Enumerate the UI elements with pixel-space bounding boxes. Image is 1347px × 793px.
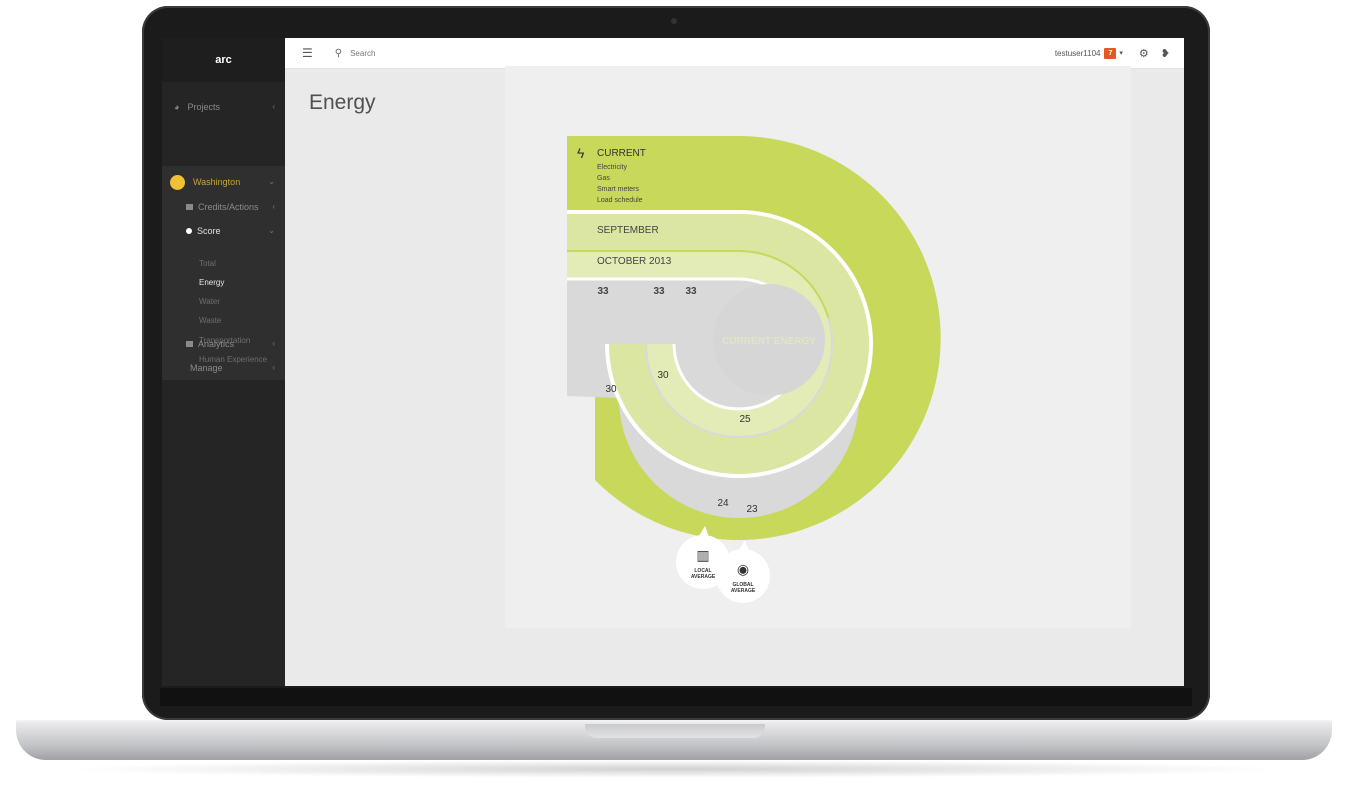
top-bar: ☰ ⚲ testuser1104 7 ▾ ⚙ ❥: [285, 38, 1184, 69]
chevron-down-icon: ⌄: [268, 226, 275, 235]
score-value-arc: 23: [746, 504, 758, 515]
chevron-left-icon: ‹: [272, 202, 275, 211]
current-item: Smart meters: [597, 186, 640, 193]
sidebar-item-energy[interactable]: Energy: [199, 278, 224, 287]
score-value-top: 33: [685, 286, 697, 297]
score-value-arc: 24: [717, 498, 729, 509]
sidebar-item-credits[interactable]: Credits/Actions ‹: [162, 196, 285, 218]
sidebar-item-label: Projects: [187, 102, 220, 112]
sidebar-item-projects[interactable]: ◕ Projects ‹: [162, 96, 285, 118]
sidebar-item-label: Credits/Actions: [198, 202, 259, 212]
energy-score-chart: ϟ CURRENT Electricity Gas Smart meters Load …: [567, 136, 941, 603]
laptop-camera: [671, 18, 677, 24]
caret-down-icon[interactable]: ▾: [1119, 49, 1123, 57]
search-icon[interactable]: ⚲: [335, 48, 342, 59]
username[interactable]: testuser1104: [1055, 49, 1101, 58]
marker-pointer: [739, 540, 749, 551]
current-heading: CURRENT: [597, 148, 646, 159]
score-value-arc: 25: [739, 414, 751, 425]
app-screen: arc ◕ Projects ‹ Washington ⌄ Credits/Ac…: [162, 38, 1184, 686]
project-avatar: [170, 174, 185, 190]
score-dot-icon: [186, 228, 192, 234]
sidebar-item-score[interactable]: Score ⌄: [162, 220, 285, 242]
search-box: ⚲: [335, 47, 473, 59]
sidebar-item-waste[interactable]: Waste: [199, 316, 221, 325]
chevron-down-icon: ⌄: [268, 177, 275, 186]
current-header-block: [567, 136, 739, 208]
chevron-left-icon: ‹: [272, 339, 275, 348]
chevron-left-icon: ‹: [272, 102, 275, 111]
score-value-arc: 30: [605, 384, 617, 395]
marker-label: AVERAGE: [691, 574, 716, 580]
user-area: testuser1104 7 ▾ ⚙ ❥: [1055, 38, 1170, 68]
score-value-arc: 30: [657, 370, 669, 381]
sidebar-item-total[interactable]: Total: [199, 259, 216, 268]
list-icon: [186, 204, 193, 210]
october-label: OCTOBER 2013: [597, 256, 672, 267]
speech-bubble-icon[interactable]: ❥: [1161, 47, 1170, 60]
lightning-icon: ϟ: [577, 145, 585, 161]
sidebar-item-manage[interactable]: Manage ‹: [162, 357, 285, 379]
laptop-bezel: [160, 688, 1192, 706]
search-input[interactable]: [348, 47, 473, 59]
sidebar-item-label: Manage: [190, 363, 223, 373]
laptop-shadow: [60, 760, 1290, 778]
bar-chart-icon: [186, 341, 193, 347]
score-value-top: 33: [597, 286, 609, 297]
gear-icon[interactable]: ⚙: [1139, 47, 1149, 60]
current-item: Load schedule: [597, 197, 643, 204]
chevron-left-icon: ‹: [272, 363, 275, 372]
buildings-icon: ▥: [696, 547, 709, 563]
brand-logo[interactable]: arc: [162, 38, 285, 82]
sidebar-item-analytics[interactable]: Analytics ‹: [162, 333, 285, 355]
laptop-notch: [585, 724, 765, 738]
hamburger-menu-icon[interactable]: ☰: [302, 46, 313, 60]
score-value-top: 33: [653, 286, 665, 297]
current-item: Electricity: [597, 164, 627, 171]
page-title: Energy: [309, 91, 376, 114]
notification-badge[interactable]: 7: [1104, 47, 1117, 59]
sidebar-item-label: Washington: [193, 177, 241, 187]
sidebar-item-label: Analytics: [198, 339, 235, 349]
sidebar-item-project[interactable]: Washington ⌄: [162, 171, 285, 193]
center-label: CURRENT ENERGY: [722, 336, 816, 347]
sidebar-item-label: Score: [197, 226, 221, 236]
september-label: SEPTEMBER: [597, 225, 659, 236]
sidebar-item-water[interactable]: Water: [199, 297, 220, 306]
projects-icon: ◕: [174, 102, 180, 112]
globe-icon: ◉: [737, 561, 749, 577]
sidebar: arc ◕ Projects ‹ Washington ⌄ Credits/Ac…: [162, 38, 285, 686]
current-item: Gas: [597, 175, 610, 182]
marker-label: AVERAGE: [731, 588, 756, 594]
